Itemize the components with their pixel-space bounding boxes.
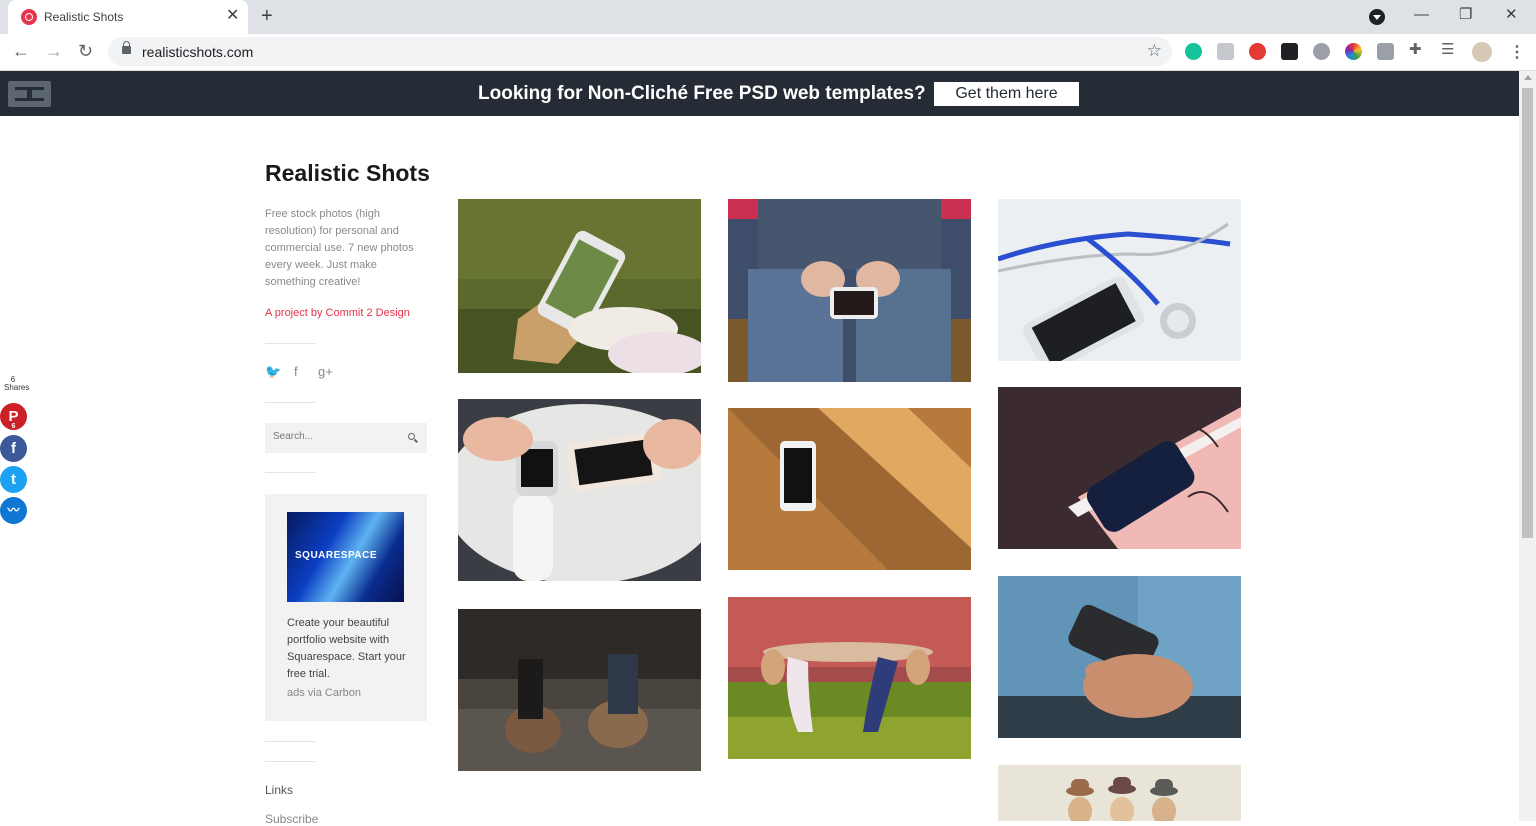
search-input[interactable] [273,431,403,442]
photo-phone-on-wood[interactable] [728,408,971,570]
notion-extension-icon[interactable] [1281,43,1298,60]
close-tab-icon[interactable]: ✕ [226,7,239,25]
site-logo-icon[interactable] [8,81,51,107]
extension-icon[interactable] [1313,43,1330,60]
divider [265,402,315,403]
browser-toolbar: ← → ↻ realisticshots.com ☆ ✚ ☰ ⋮ [0,34,1536,71]
facebook-icon[interactable]: f [294,364,298,379]
back-button[interactable]: ← [12,41,30,61]
site-title[interactable]: Realistic Shots [265,160,430,187]
photo-image [728,597,971,759]
photo-hand-holding-phone[interactable] [998,576,1241,738]
page-scrollbar[interactable] [1519,71,1536,821]
browser-menu-icon[interactable]: ⋮ [1509,42,1525,62]
project-link[interactable]: A project by Commit 2 Design [265,307,410,319]
facebook-share-button[interactable]: f [0,435,27,462]
twitter-share-button[interactable]: t [0,466,27,493]
photo-smartwatch-phone[interactable] [458,399,701,581]
code-extension-icon[interactable] [1377,43,1394,60]
ads-via-carbon-link[interactable]: ads via Carbon [287,687,361,699]
forward-button[interactable]: → [45,41,63,61]
squarespace-ad-image[interactable]: SQUARESPACE [287,512,404,602]
more-share-button[interactable]: 〰 [0,497,27,524]
facebook-icon: f [11,440,16,457]
url-text[interactable]: realisticshots.com [142,44,253,60]
reading-list-icon[interactable]: ☰ [1441,40,1458,58]
carbon-ad: SQUARESPACE Create your beautiful portfo… [265,494,427,721]
photo-image [998,576,1241,738]
restore-button[interactable]: ❐ [1459,6,1472,24]
pinterest-share-button[interactable]: P 6 [0,403,27,430]
pinterest-count: 6 [11,423,16,430]
tab-search-icon[interactable] [1369,9,1385,25]
scroll-up-arrow-icon[interactable] [1524,75,1532,80]
promo-banner: Looking for Non-Cliché Free PSD web temp… [0,71,1519,116]
photo-image [728,199,971,382]
ad-text[interactable]: Create your beautiful portfolio website … [287,615,412,683]
divider [265,741,315,742]
divider [265,761,315,762]
new-tab-button[interactable]: + [261,5,273,27]
color-picker-extension-icon[interactable] [1345,43,1362,60]
share-count: 6 Shares [4,376,30,392]
browser-tab[interactable]: Realistic Shots ✕ [8,0,248,34]
puzzle-icon[interactable]: ✚ [1409,40,1426,58]
share-count-label: Shares [4,383,30,392]
address-bar[interactable]: realisticshots.com ☆ [108,37,1172,66]
photo-stethoscope-phone[interactable] [998,199,1241,361]
squarespace-logo: SQUARESPACE [295,550,377,561]
bookmark-star-icon[interactable]: ☆ [1147,41,1162,61]
browser-tabstrip: Realistic Shots ✕ + — ❐ ✕ [0,0,1536,34]
twitter-icon[interactable]: 🐦 [265,364,281,380]
photo-image [458,609,701,771]
tab-title: Realistic Shots [44,10,124,24]
photo-girls-on-car[interactable] [458,609,701,771]
close-window-button[interactable]: ✕ [1505,6,1518,24]
google-plus-icon[interactable]: g+ [318,364,333,379]
chat-extension-icon[interactable] [1217,43,1234,60]
twitter-icon: t [11,471,16,488]
lock-icon [122,41,131,54]
links-link[interactable]: Links [265,783,293,797]
camera-icon [21,9,37,25]
photo-phone-in-lap[interactable] [728,199,971,382]
photo-image [998,765,1241,821]
photo-image [998,199,1241,361]
reload-button[interactable]: ↻ [78,41,93,61]
divider [265,343,315,344]
search-box [265,423,427,453]
share-more-icon: 〰 [7,503,20,517]
photo-image [998,387,1241,549]
photo-image [728,408,971,570]
minimize-button[interactable]: — [1414,6,1429,24]
profile-avatar[interactable] [1472,42,1492,62]
photo-phone-on-grass[interactable] [458,199,701,373]
site-description: Free stock photos (high resolution) for … [265,208,414,288]
photo-phone-on-notebook[interactable] [998,387,1241,549]
scroll-thumb[interactable] [1522,88,1533,538]
adblock-extension-icon[interactable] [1249,43,1266,60]
photo-hats-beach[interactable] [998,765,1241,821]
get-them-here-button[interactable]: Get them here [934,82,1079,106]
divider [265,472,315,473]
banner-text: Looking for Non-Cliché Free PSD web temp… [478,83,926,104]
photo-image [458,199,701,373]
grammarly-extension-icon[interactable] [1185,43,1202,60]
search-icon[interactable] [408,433,415,440]
subscribe-link[interactable]: Subscribe [265,812,318,826]
photo-image [458,399,701,581]
photo-girls-in-field[interactable] [728,597,971,759]
